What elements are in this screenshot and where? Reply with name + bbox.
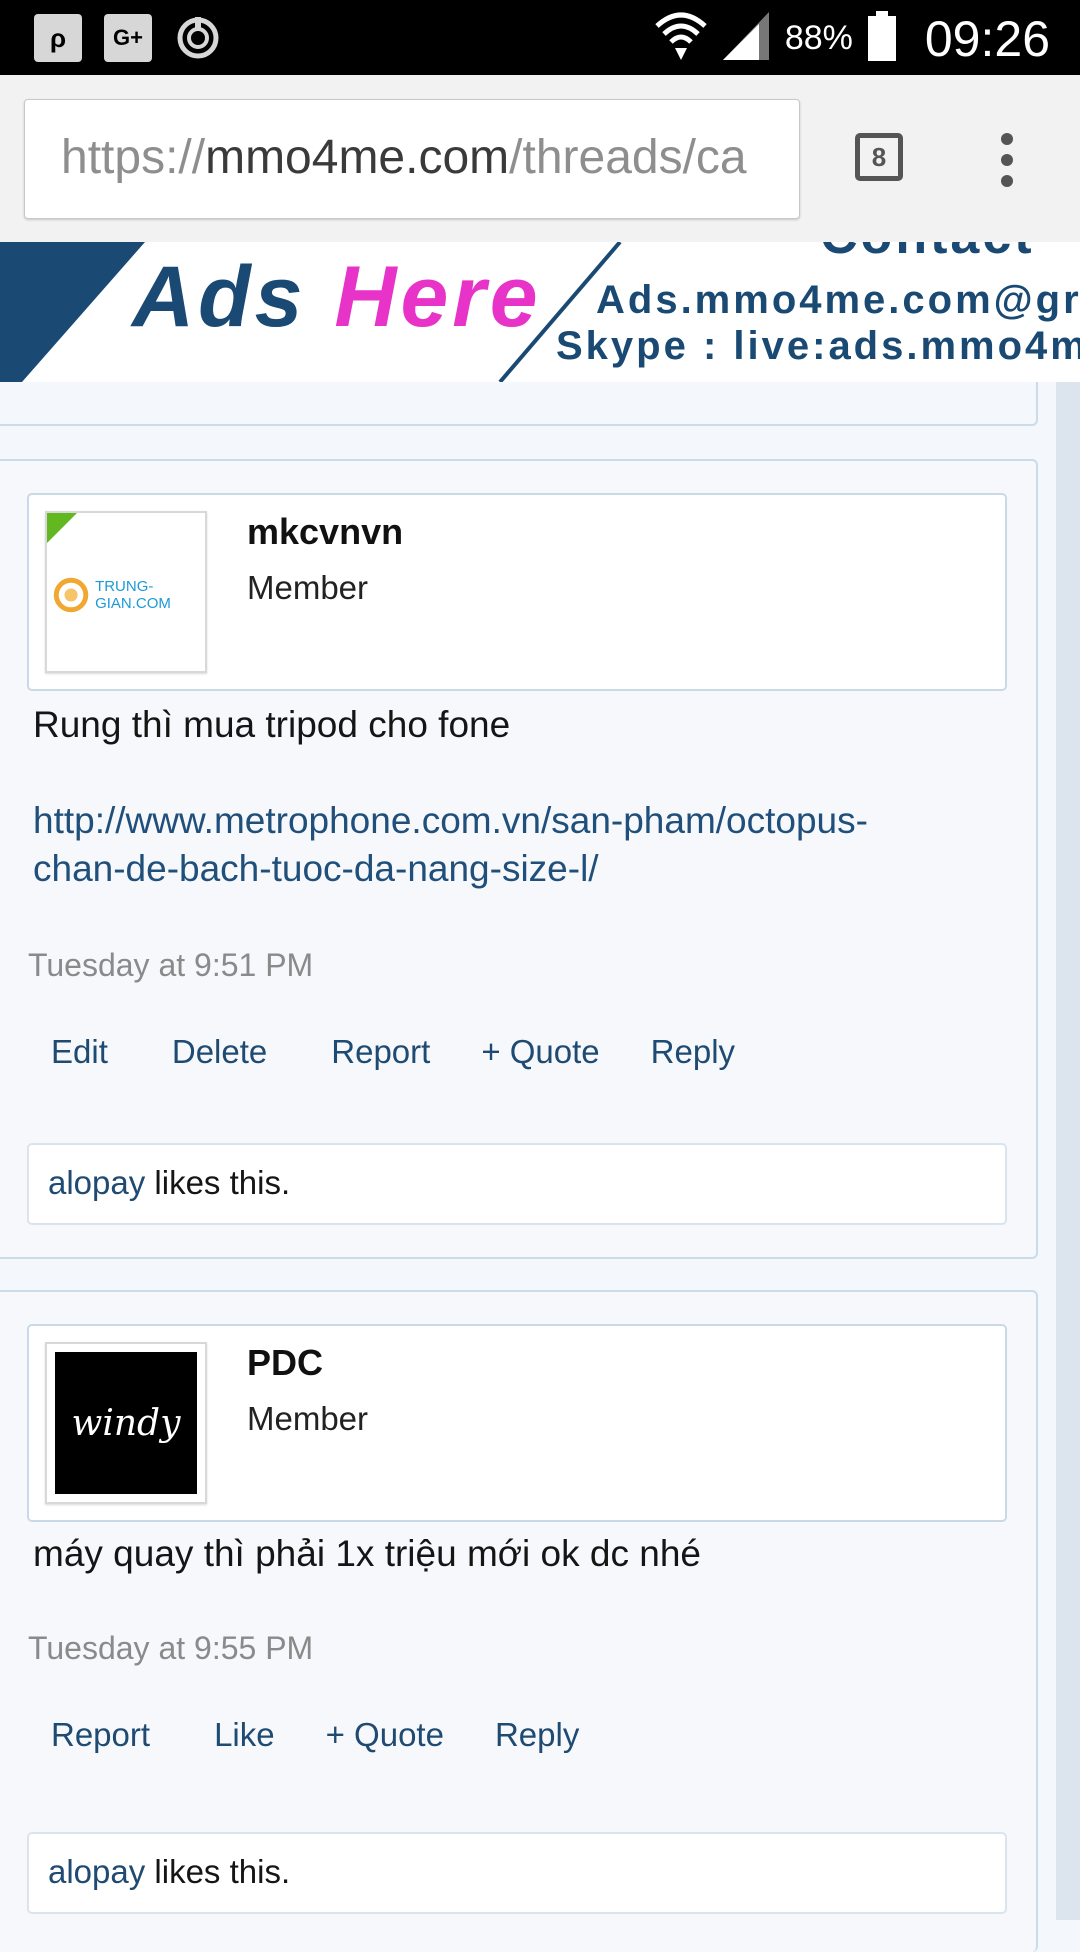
url-scheme: https:// <box>61 131 206 184</box>
status-bar: ρ G+ 88% 09:26 <box>0 0 1080 75</box>
post-card: TRUNG-GIAN.COM mkcvnvn Member Rung thì m… <box>0 459 1038 1259</box>
google-plus-icon: G+ <box>104 14 152 62</box>
signal-icon <box>721 10 771 67</box>
quote-button[interactable]: + Quote <box>275 1716 444 1754</box>
browser-toolbar: https://mmo4me.com/threads/ca 8 <box>0 75 1080 243</box>
online-indicator <box>47 513 79 545</box>
page-scrollbar[interactable] <box>1056 382 1080 1920</box>
overflow-menu-icon[interactable] <box>1000 133 1014 187</box>
banner-ads-text: Ads <box>132 249 335 345</box>
post-message: máy quay thì phải 1x triệu mới ok dc nhé <box>33 1533 701 1574</box>
post-actions: Report Like + Quote Reply <box>0 1716 579 1754</box>
quora-icon: ρ <box>34 14 82 62</box>
user-title: Member <box>247 1400 369 1437</box>
avatar-logo-text: TRUNG-GIAN.COM <box>95 578 171 612</box>
url-path: /threads/ca <box>509 131 747 184</box>
liker-link[interactable]: alopay <box>48 1164 145 1201</box>
battery-percent: 88% <box>784 19 853 57</box>
username[interactable]: PDC <box>247 1342 323 1384</box>
clock: 09:26 <box>924 10 1050 67</box>
delete-button[interactable]: Delete <box>108 1033 267 1071</box>
avatar-image: windy <box>55 1352 197 1494</box>
logo-swirl-icon <box>53 577 89 613</box>
url-text: https://mmo4me.com/threads/ca <box>61 130 747 185</box>
banner-contact-text: Contact <box>820 242 1035 266</box>
post-link[interactable]: http://www.metrophone.com.vn/san-pham/oc… <box>33 797 993 893</box>
quote-button[interactable]: + Quote <box>430 1033 599 1071</box>
banner-headline: Ads Here <box>132 248 542 347</box>
power-sync-icon <box>174 14 222 62</box>
battery-icon <box>867 11 897 66</box>
likes-text: alopay likes this. <box>48 1853 290 1891</box>
url-domain: mmo4me.com <box>205 131 510 184</box>
quora-glyph: ρ <box>49 22 67 53</box>
avatar-text: windy <box>71 1402 181 1444</box>
post-card: windy PDC Member máy quay thì phải 1x tr… <box>0 1290 1038 1952</box>
report-button[interactable]: Report <box>267 1033 430 1071</box>
like-button[interactable]: Like <box>150 1716 275 1754</box>
banner-email-text: Ads.mmo4me.com@gr <box>596 278 1080 322</box>
system-indicators: 88% 09:26 <box>655 8 1050 69</box>
reply-button[interactable]: Reply <box>444 1716 579 1754</box>
trung-gian-logo: TRUNG-GIAN.COM <box>53 573 205 617</box>
google-plus-glyph: G+ <box>113 25 143 50</box>
banner-skype-text: Skype : live:ads.mmo4m <box>556 324 1080 368</box>
banner-here-text: Here <box>334 249 542 345</box>
url-field[interactable]: https://mmo4me.com/threads/ca <box>24 99 800 219</box>
user-info: TRUNG-GIAN.COM mkcvnvn Member <box>27 493 1007 691</box>
post-date[interactable]: Tuesday at 9:55 PM <box>28 1630 313 1667</box>
post-link-line: http://www.metrophone.com.vn/san-pham/oc… <box>33 800 868 841</box>
post-link-line: chan-de-bach-tuoc-da-nang-size-l/ <box>33 848 599 889</box>
avatar[interactable]: TRUNG-GIAN.COM <box>45 511 207 673</box>
user-title: Member <box>247 569 369 606</box>
report-button[interactable]: Report <box>0 1716 150 1754</box>
ad-banner[interactable]: Ads Here Contact Ads.mmo4me.com@gr Skype… <box>0 242 1080 382</box>
likes-summary: alopay likes this. <box>27 1832 1007 1914</box>
post-date[interactable]: Tuesday at 9:51 PM <box>28 947 313 984</box>
likes-suffix: likes this. <box>145 1164 291 1201</box>
notification-icons: ρ G+ <box>34 14 222 62</box>
avatar[interactable]: windy <box>45 1342 207 1504</box>
likes-suffix: likes this. <box>145 1853 291 1890</box>
likes-summary: alopay likes this. <box>27 1143 1007 1225</box>
post-actions: Edit Delete Report + Quote Reply <box>0 1033 735 1071</box>
liker-link[interactable]: alopay <box>48 1853 145 1890</box>
edit-button[interactable]: Edit <box>0 1033 108 1071</box>
tab-switcher-button[interactable]: 8 <box>855 133 903 181</box>
wifi-icon <box>655 8 707 69</box>
username[interactable]: mkcvnvn <box>247 511 403 553</box>
reply-button[interactable]: Reply <box>600 1033 735 1071</box>
previous-post-bottom <box>0 382 1038 426</box>
likes-text: alopay likes this. <box>48 1164 290 1202</box>
post-message: Rung thì mua tripod cho fone <box>33 704 511 745</box>
user-info: windy PDC Member <box>27 1324 1007 1522</box>
